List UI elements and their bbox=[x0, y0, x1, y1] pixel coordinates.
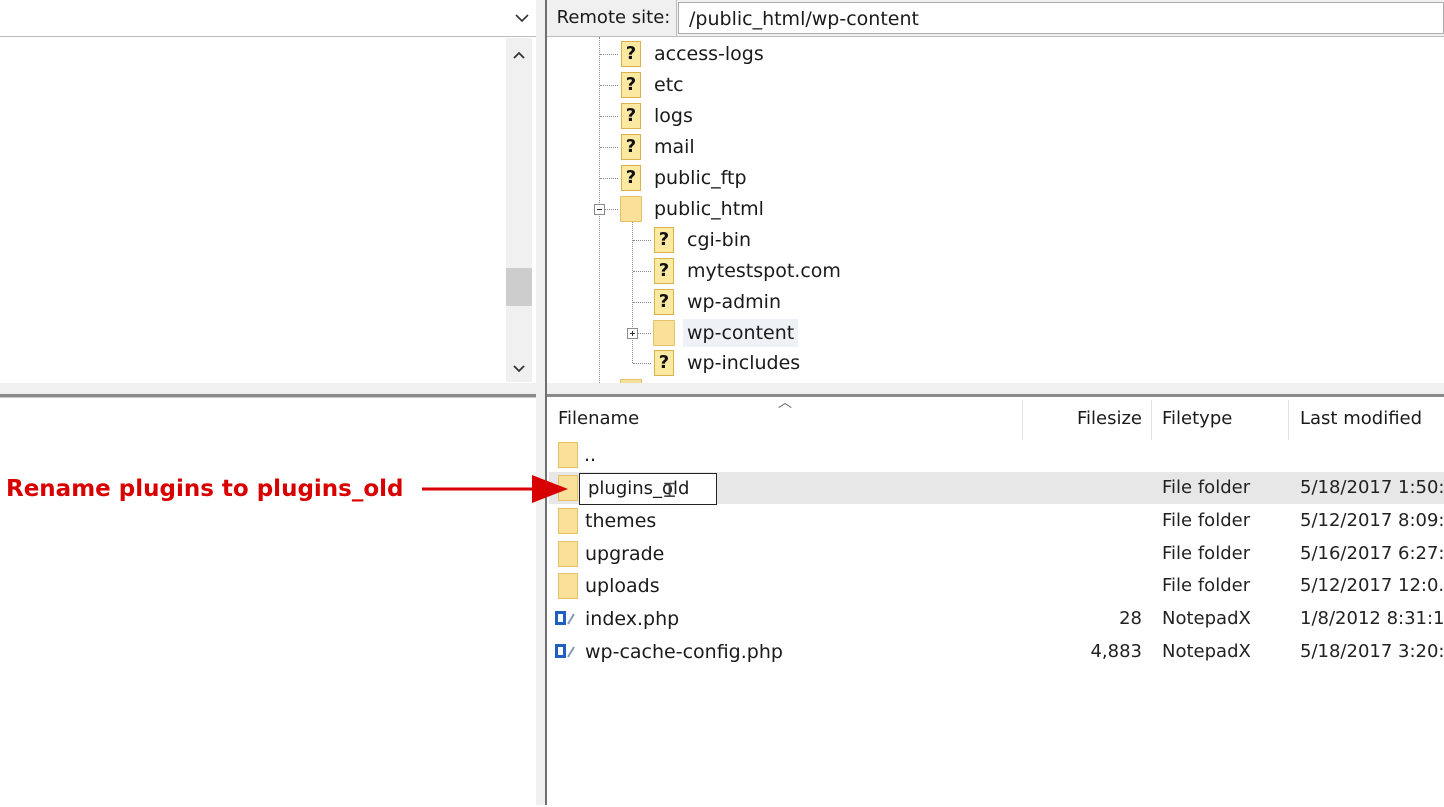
file-size: 28 bbox=[1119, 608, 1142, 629]
file-modified: 5/18/2017 3:20:.. bbox=[1300, 641, 1444, 662]
tree-item-public-html[interactable]: public_html bbox=[547, 195, 847, 223]
remote-site-label: Remote site: bbox=[551, 0, 677, 36]
folder-icon bbox=[558, 541, 578, 567]
folder-icon bbox=[653, 320, 675, 346]
remote-path-input[interactable]: /public_html/wp-content bbox=[678, 2, 1444, 34]
unknown-folder-icon: ? bbox=[654, 350, 674, 376]
file-modified: 5/12/2017 8:09:.. bbox=[1300, 510, 1444, 531]
php-file-icon bbox=[555, 644, 575, 658]
file-type: NotepadX bbox=[1162, 608, 1251, 629]
file-row[interactable]: wp-cache-config.php 4,883 NotepadX 5/18/… bbox=[549, 636, 1444, 668]
php-file-icon bbox=[555, 611, 575, 625]
file-row[interactable]: uploads File folder 5/12/2017 12:0... bbox=[549, 570, 1444, 602]
local-directory-tree[interactable] bbox=[0, 0, 538, 383]
chevron-down-icon[interactable] bbox=[512, 8, 532, 28]
tree-item-mytestspot[interactable]: ? mytestspot.com bbox=[547, 257, 867, 285]
file-name: wp-cache-config.php bbox=[585, 641, 783, 663]
unknown-folder-icon: ? bbox=[654, 227, 674, 253]
file-modified: 1/8/2012 8:31:1.. bbox=[1300, 608, 1444, 629]
file-modified: 5/12/2017 12:0... bbox=[1300, 575, 1444, 596]
unknown-folder-icon: ? bbox=[621, 165, 641, 191]
local-file-list[interactable] bbox=[0, 396, 538, 807]
text-cursor-icon: Ɪ bbox=[664, 478, 676, 502]
file-name: themes bbox=[585, 510, 657, 532]
folder-icon bbox=[620, 196, 642, 222]
tree-item-label: etc bbox=[654, 74, 684, 96]
tree-item-label: logs bbox=[654, 105, 693, 127]
file-modified: 5/16/2017 6:27:.. bbox=[1300, 543, 1444, 564]
column-header-last-modified[interactable]: Last modified bbox=[1300, 404, 1444, 438]
splitter-line bbox=[0, 394, 536, 397]
file-row[interactable]: upgrade File folder 5/16/2017 6:27:.. bbox=[549, 538, 1444, 570]
unknown-folder-icon: ? bbox=[654, 289, 674, 315]
unknown-folder-icon: ? bbox=[621, 72, 641, 98]
tree-item-label: mail bbox=[654, 136, 695, 158]
scroll-up-arrow-icon[interactable] bbox=[506, 44, 532, 66]
rename-input[interactable]: plugins_old bbox=[579, 473, 717, 505]
file-name: .. bbox=[584, 444, 597, 466]
folder-icon bbox=[558, 442, 578, 468]
annotation-label: Rename plugins to plugins_old bbox=[6, 476, 404, 502]
tree-item-wp-content[interactable]: wp-content bbox=[547, 319, 867, 347]
file-size: 4,883 bbox=[1090, 641, 1142, 662]
tree-item-label: access-logs bbox=[654, 43, 764, 65]
file-type: File folder bbox=[1162, 575, 1251, 596]
scroll-down-arrow-icon[interactable] bbox=[506, 358, 532, 380]
tree-item-wp-admin[interactable]: ? wp-admin bbox=[547, 288, 867, 316]
file-name: upgrade bbox=[585, 543, 665, 565]
tree-item-logs[interactable]: ? logs bbox=[547, 102, 847, 130]
unknown-folder-icon: ? bbox=[621, 103, 641, 129]
folder-icon bbox=[558, 573, 578, 599]
folder-icon bbox=[620, 379, 642, 383]
folder-icon bbox=[558, 508, 578, 534]
column-header-filename[interactable]: Filename bbox=[558, 404, 1018, 438]
file-modified: 5/18/2017 1:50:.. bbox=[1300, 477, 1444, 498]
tree-item-cgi-bin[interactable]: ? cgi-bin bbox=[547, 226, 867, 254]
tree-item-label: wp-content bbox=[683, 319, 799, 347]
local-scroll-thumb[interactable] bbox=[506, 268, 532, 306]
column-divider[interactable] bbox=[1151, 400, 1152, 440]
tree-item-label: cgi-bin bbox=[687, 229, 752, 251]
file-type: File folder bbox=[1162, 477, 1251, 498]
local-tree-scrollbar[interactable] bbox=[506, 38, 532, 382]
file-row[interactable]: index.php 28 NotepadX 1/8/2012 8:31:1.. bbox=[549, 603, 1444, 635]
tree-item-label: wp-includes bbox=[687, 352, 801, 374]
tree-item-public-ftp[interactable]: ? public_ftp bbox=[547, 164, 847, 192]
column-divider[interactable] bbox=[1022, 400, 1023, 440]
file-name: index.php bbox=[585, 608, 680, 630]
tree-item-label: wp-admin bbox=[687, 291, 781, 313]
column-divider[interactable] bbox=[1288, 400, 1289, 440]
tree-item-label: public_html bbox=[654, 198, 764, 220]
unknown-folder-icon: ? bbox=[654, 258, 674, 284]
tree-item-etc[interactable]: ? etc bbox=[547, 71, 847, 99]
file-type: NotepadX bbox=[1162, 641, 1251, 662]
file-type: File folder bbox=[1162, 510, 1251, 531]
column-header-filetype[interactable]: Filetype bbox=[1162, 404, 1282, 438]
file-row[interactable]: themes File folder 5/12/2017 8:09:.. bbox=[549, 505, 1444, 537]
column-header-filesize[interactable]: Filesize bbox=[1026, 404, 1142, 438]
tree-item-label: public_ftp bbox=[654, 167, 747, 189]
tree-item-access-logs[interactable]: ? access-logs bbox=[547, 40, 847, 68]
tree-item-label: mytestspot.com bbox=[687, 260, 841, 282]
remote-directory-tree[interactable]: ? access-logs ? etc ? logs ? mail ? publ… bbox=[547, 37, 1444, 383]
file-row-parent[interactable]: .. bbox=[549, 439, 1444, 471]
tree-item-mail[interactable]: ? mail bbox=[547, 133, 847, 161]
annotation-arrow-icon bbox=[422, 475, 568, 503]
tree-item-wp-includes[interactable]: ? wp-includes bbox=[547, 349, 867, 377]
unknown-folder-icon: ? bbox=[621, 41, 641, 67]
file-type: File folder bbox=[1162, 543, 1251, 564]
local-path-combobox[interactable] bbox=[0, 0, 538, 37]
unknown-folder-icon: ? bbox=[621, 134, 641, 160]
file-name: uploads bbox=[585, 575, 660, 597]
